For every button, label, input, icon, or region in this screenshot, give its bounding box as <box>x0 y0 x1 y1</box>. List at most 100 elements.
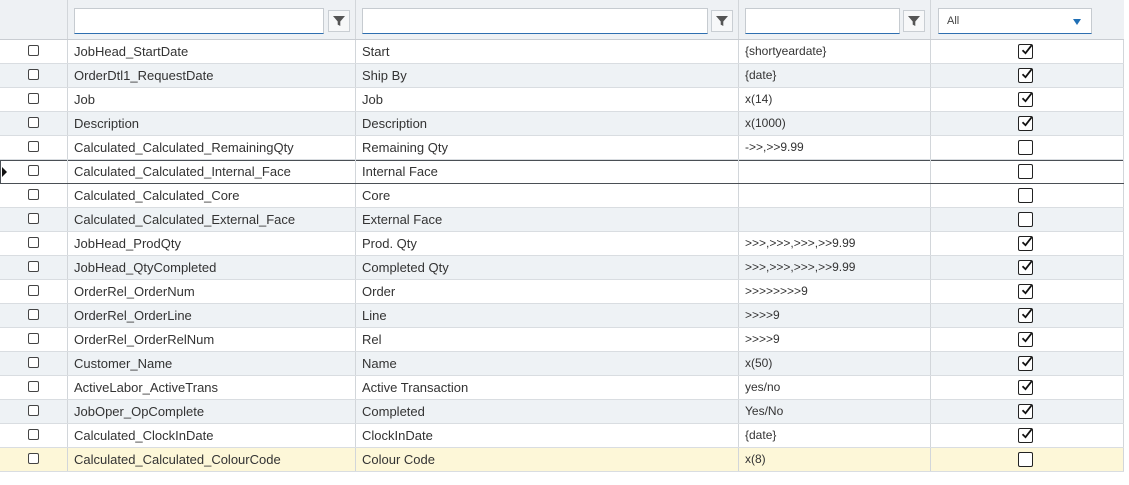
row-select-checkbox[interactable] <box>28 45 39 56</box>
field-name-cell[interactable]: Calculated_Calculated_ColourCode <box>68 448 356 471</box>
visible-checkbox[interactable] <box>1018 188 1033 203</box>
field-label-cell[interactable]: Internal Face <box>356 160 739 183</box>
field-name-cell[interactable]: Calculated_Calculated_External_Face <box>68 208 356 231</box>
field-label-cell[interactable]: Rel <box>356 328 739 351</box>
field-name-cell[interactable]: Job <box>68 88 356 111</box>
field-format-cell[interactable]: >>>>9 <box>739 328 931 351</box>
field-name-cell[interactable]: Description <box>68 112 356 135</box>
row-select-checkbox[interactable] <box>28 213 39 224</box>
table-row[interactable]: Description Description x(1000) <box>0 112 1124 136</box>
field-name-cell[interactable]: Calculated_Calculated_Internal_Face <box>68 160 356 183</box>
row-select-checkbox[interactable] <box>28 333 39 344</box>
table-row[interactable]: Job Job x(14) <box>0 88 1124 112</box>
row-select-checkbox[interactable] <box>28 237 39 248</box>
filter-button-format[interactable] <box>903 10 925 32</box>
field-format-cell[interactable]: >>>,>>>,>>>,>>9.99 <box>739 256 931 279</box>
filter-input-format[interactable] <box>745 8 900 34</box>
field-label-cell[interactable]: Completed <box>356 400 739 423</box>
table-row[interactable]: Calculated_ClockInDate ClockInDate {date} <box>0 424 1124 448</box>
field-name-cell[interactable]: Customer_Name <box>68 352 356 375</box>
visible-checkbox[interactable] <box>1018 356 1033 371</box>
row-select-checkbox[interactable] <box>28 309 39 320</box>
field-label-cell[interactable]: External Face <box>356 208 739 231</box>
visible-checkbox[interactable] <box>1018 308 1033 323</box>
table-row[interactable]: OrderRel_OrderRelNum Rel >>>>9 <box>0 328 1124 352</box>
field-label-cell[interactable]: Start <box>356 40 739 63</box>
visible-checkbox[interactable] <box>1018 428 1033 443</box>
field-name-cell[interactable]: OrderRel_OrderRelNum <box>68 328 356 351</box>
visible-checkbox[interactable] <box>1018 116 1033 131</box>
visible-checkbox[interactable] <box>1018 260 1033 275</box>
field-name-cell[interactable]: JobHead_ProdQty <box>68 232 356 255</box>
field-name-cell[interactable]: OrderRel_OrderLine <box>68 304 356 327</box>
table-row[interactable]: JobHead_QtyCompleted Completed Qty >>>,>>>… <box>0 256 1124 280</box>
field-format-cell[interactable]: >>>,>>>,>>>,>>9.99 <box>739 232 931 255</box>
row-select-checkbox[interactable] <box>28 69 39 80</box>
table-row[interactable]: OrderRel_OrderNum Order >>>>>>>>9 <box>0 280 1124 304</box>
row-select-checkbox[interactable] <box>28 93 39 104</box>
visible-checkbox[interactable] <box>1018 212 1033 227</box>
row-select-checkbox[interactable] <box>28 117 39 128</box>
field-label-cell[interactable]: Prod. Qty <box>356 232 739 255</box>
visible-checkbox[interactable] <box>1018 92 1033 107</box>
field-format-cell[interactable]: yes/no <box>739 376 931 399</box>
field-format-cell[interactable]: x(1000) <box>739 112 931 135</box>
row-select-checkbox[interactable] <box>28 429 39 440</box>
table-row[interactable]: Calculated_Calculated_External_Face Exter… <box>0 208 1124 232</box>
visible-checkbox[interactable] <box>1018 236 1033 251</box>
visible-checkbox[interactable] <box>1018 140 1033 155</box>
row-select-checkbox[interactable] <box>28 405 39 416</box>
field-format-cell[interactable] <box>739 208 931 231</box>
row-select-checkbox[interactable] <box>28 141 39 152</box>
field-label-cell[interactable]: Core <box>356 184 739 207</box>
field-format-cell[interactable]: >>>>>>>>9 <box>739 280 931 303</box>
row-select-checkbox[interactable] <box>28 261 39 272</box>
visible-checkbox[interactable] <box>1018 164 1033 179</box>
field-name-cell[interactable]: Calculated_Calculated_RemainingQty <box>68 136 356 159</box>
row-select-checkbox[interactable] <box>28 357 39 368</box>
table-row[interactable]: JobOper_OpComplete Completed Yes/No <box>0 400 1124 424</box>
field-format-cell[interactable]: {date} <box>739 424 931 447</box>
field-format-cell[interactable] <box>739 184 931 207</box>
field-label-cell[interactable]: Job <box>356 88 739 111</box>
field-format-cell[interactable]: ->>,>>9.99 <box>739 136 931 159</box>
field-label-cell[interactable]: Ship By <box>356 64 739 87</box>
field-label-cell[interactable]: Name <box>356 352 739 375</box>
table-row[interactable]: Calculated_Calculated_ColourCode Colour C… <box>0 448 1124 472</box>
field-label-cell[interactable]: Colour Code <box>356 448 739 471</box>
visible-checkbox[interactable] <box>1018 284 1033 299</box>
table-row[interactable]: Calculated_Calculated_Core Core <box>0 184 1124 208</box>
field-label-cell[interactable]: Description <box>356 112 739 135</box>
table-row[interactable]: Customer_Name Name x(50) <box>0 352 1124 376</box>
filter-input-label[interactable] <box>362 8 708 34</box>
table-row[interactable]: OrderDtl1_RequestDate Ship By {date} <box>0 64 1124 88</box>
field-format-cell[interactable]: x(50) <box>739 352 931 375</box>
field-name-cell[interactable]: Calculated_ClockInDate <box>68 424 356 447</box>
row-select-checkbox[interactable] <box>28 381 39 392</box>
visible-checkbox[interactable] <box>1018 452 1033 467</box>
table-row[interactable]: OrderRel_OrderLine Line >>>>9 <box>0 304 1124 328</box>
row-select-checkbox[interactable] <box>28 189 39 200</box>
visible-checkbox[interactable] <box>1018 380 1033 395</box>
visible-checkbox[interactable] <box>1018 404 1033 419</box>
field-name-cell[interactable]: ActiveLabor_ActiveTrans <box>68 376 356 399</box>
field-label-cell[interactable]: Line <box>356 304 739 327</box>
field-format-cell[interactable]: x(14) <box>739 88 931 111</box>
field-label-cell[interactable]: Active Transaction <box>356 376 739 399</box>
row-select-checkbox[interactable] <box>28 453 39 464</box>
field-name-cell[interactable]: JobHead_StartDate <box>68 40 356 63</box>
field-format-cell[interactable]: {shortyeardate} <box>739 40 931 63</box>
field-name-cell[interactable]: JobOper_OpComplete <box>68 400 356 423</box>
field-name-cell[interactable]: OrderDtl1_RequestDate <box>68 64 356 87</box>
field-format-cell[interactable]: {date} <box>739 64 931 87</box>
field-format-cell[interactable]: >>>>9 <box>739 304 931 327</box>
field-label-cell[interactable]: ClockInDate <box>356 424 739 447</box>
table-row[interactable]: Calculated_Calculated_Internal_Face Inter… <box>0 160 1124 184</box>
row-select-checkbox[interactable] <box>28 285 39 296</box>
filter-button-label[interactable] <box>711 10 733 32</box>
row-select-checkbox[interactable] <box>28 165 39 176</box>
filter-button-name[interactable] <box>328 10 350 32</box>
field-label-cell[interactable]: Remaining Qty <box>356 136 739 159</box>
filter-input-name[interactable] <box>74 8 324 34</box>
field-label-cell[interactable]: Completed Qty <box>356 256 739 279</box>
